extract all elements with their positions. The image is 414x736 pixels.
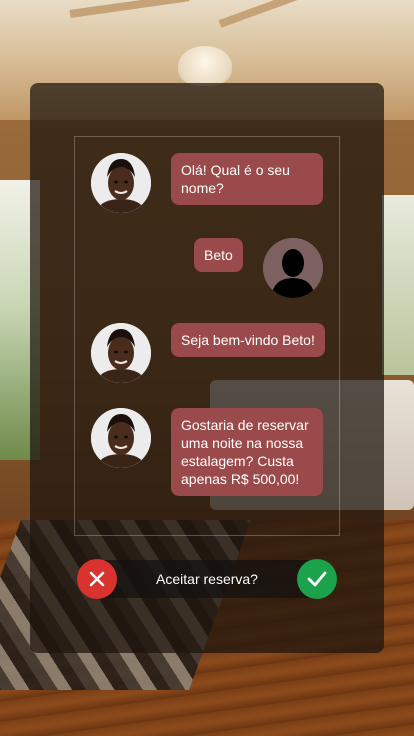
chat-panel: Olá! Qual é o seu nome? Beto Seja bem-vi…: [30, 83, 384, 653]
message-bubble: Gostaria de reservar uma noite na nossa …: [171, 408, 323, 496]
message-bubble: Olá! Qual é o seu nome?: [171, 153, 323, 205]
message-bubble: Seja bem-vindo Beto!: [171, 323, 325, 357]
host-avatar: [91, 153, 151, 213]
reject-button[interactable]: [77, 559, 117, 599]
close-icon: [89, 571, 105, 587]
pendant-lamp: [178, 46, 232, 86]
accept-button[interactable]: [297, 559, 337, 599]
woman-avatar-icon: [91, 323, 151, 383]
window-right: [382, 195, 414, 375]
message-bubble-user: Beto: [194, 238, 243, 272]
woman-avatar-icon: [91, 153, 151, 213]
woman-avatar-icon: [91, 408, 151, 468]
host-avatar: [91, 408, 151, 468]
person-silhouette-icon: [263, 238, 323, 298]
user-avatar: [263, 238, 323, 298]
host-avatar: [91, 323, 151, 383]
check-icon: [307, 571, 327, 587]
